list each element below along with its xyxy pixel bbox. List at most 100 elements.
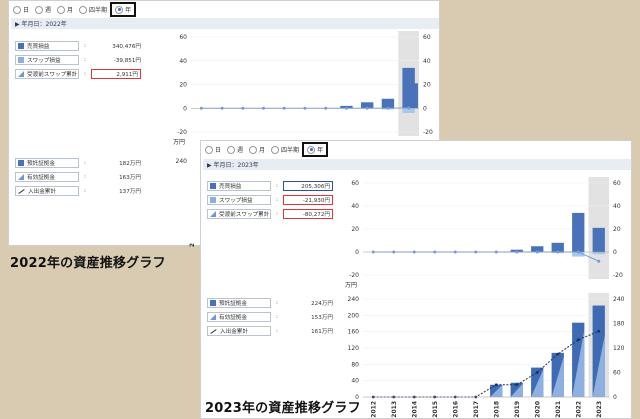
legend-chip[interactable]: 預託証拠金 bbox=[207, 298, 271, 308]
radio-dot[interactable] bbox=[205, 145, 213, 154]
value: -39,851円 bbox=[113, 58, 141, 64]
radio-month[interactable]: 月 bbox=[57, 5, 73, 14]
y-tick-label: 40 bbox=[351, 203, 359, 210]
y-unit-label: 万円 bbox=[345, 282, 357, 289]
x-tick-label: 2014 bbox=[411, 401, 418, 418]
value: 224万円 bbox=[311, 301, 333, 307]
triangle-icon bbox=[18, 174, 24, 180]
legend-chip[interactable]: 有効証拠金 bbox=[15, 172, 79, 182]
radio-dot[interactable] bbox=[13, 5, 21, 14]
legend-chip[interactable]: 有効証拠金 bbox=[207, 312, 271, 322]
y-tick-label: 0 bbox=[183, 105, 187, 112]
list-item: 有効証拠金 : 153万円 bbox=[207, 310, 333, 324]
y-tick-label: -20 bbox=[349, 272, 359, 279]
radio-dot[interactable] bbox=[227, 145, 236, 154]
y-tick-label-right: 40 bbox=[423, 58, 431, 65]
list-item: 預託証拠金 : 224万円 bbox=[207, 296, 333, 310]
y-tick-label-right: 0 bbox=[613, 249, 617, 256]
y-tick-label-right: 60 bbox=[613, 180, 621, 187]
x-tick-label: 2018 bbox=[493, 401, 500, 418]
line-icon bbox=[210, 328, 217, 334]
x-tick-label: 2019 bbox=[514, 401, 521, 418]
radio-dot[interactable] bbox=[249, 145, 258, 154]
value: 153万円 bbox=[311, 315, 333, 321]
y-tick-label: 20 bbox=[179, 82, 187, 89]
x-tick-label: 2023 bbox=[596, 401, 603, 418]
legend-chip[interactable]: スワップ損益 bbox=[15, 55, 79, 65]
legend-chip[interactable]: 売買損益 bbox=[207, 181, 271, 191]
list-item: 有効証拠金 : 163万円 bbox=[15, 170, 141, 184]
radio-year[interactable]: 年 bbox=[110, 2, 137, 17]
legend-chip[interactable]: 入出金累計 bbox=[15, 186, 79, 196]
legend-chip[interactable]: 売買損益 bbox=[15, 41, 79, 51]
value: 182万円 bbox=[119, 161, 141, 167]
caption-2022: 2022年の資産推移グラフ bbox=[10, 256, 166, 271]
value-highlighted: -80,272円 bbox=[283, 209, 333, 219]
bar bbox=[408, 83, 418, 109]
period-radio-group: 日 週 月 四半期 年 bbox=[13, 2, 137, 17]
radio-day[interactable]: 日 bbox=[13, 5, 29, 14]
y-tick-label: 60 bbox=[179, 34, 187, 41]
deposit-point bbox=[556, 352, 560, 356]
line-icon bbox=[18, 188, 25, 194]
swap-point bbox=[597, 259, 601, 263]
list-item: 受渡前スワップ累計 : -80,272円 bbox=[207, 207, 333, 221]
x-tick-label: 2016 bbox=[452, 401, 459, 418]
margin-summary-list: 預託証拠金 : 224万円 有効証拠金 : 153万円 入出金累計 : 161万… bbox=[207, 296, 333, 338]
list-item: スワップ損益 : -39,851円 bbox=[15, 53, 141, 67]
radio-dot[interactable] bbox=[57, 5, 66, 14]
bar-negative bbox=[592, 252, 605, 255]
margin-summary-list: 預託証拠金 : 182万円 有効証拠金 : 163万円 入出金累計 : 137万… bbox=[15, 156, 141, 198]
x-tick-label: 2020 bbox=[534, 401, 541, 418]
x-tick-label: 2012 bbox=[370, 401, 377, 418]
deposit-point bbox=[535, 371, 539, 374]
legend-chip[interactable]: 預託証拠金 bbox=[15, 158, 79, 168]
radio-dot[interactable] bbox=[115, 5, 124, 14]
legend-chip[interactable]: 受渡前スワップ累計 bbox=[15, 69, 79, 79]
y-tick-label-right: 0 bbox=[613, 394, 617, 401]
radio-dot[interactable] bbox=[79, 5, 88, 14]
radio-quarter[interactable]: 四半期 bbox=[79, 5, 107, 14]
triangle-icon bbox=[210, 211, 216, 217]
swap-point bbox=[407, 106, 411, 110]
y-tick-label: 40 bbox=[351, 378, 359, 385]
y-tick-label: 120 bbox=[348, 345, 360, 352]
y-tick-label-right: -20 bbox=[423, 129, 433, 136]
radio-week[interactable]: 週 bbox=[227, 145, 243, 154]
legend-chip[interactable]: 受渡前スワップ累計 bbox=[207, 209, 271, 219]
x-tick-label: 2015 bbox=[432, 401, 439, 418]
radio-dot[interactable] bbox=[307, 145, 316, 154]
swap-line bbox=[373, 251, 599, 262]
value-highlighted: 2,911円 bbox=[91, 69, 141, 79]
radio-year[interactable]: 年 bbox=[302, 142, 329, 157]
y-tick-label-right: 20 bbox=[613, 226, 621, 233]
radio-week[interactable]: 週 bbox=[35, 5, 51, 14]
list-item: 預託証拠金 : 182万円 bbox=[15, 156, 141, 170]
y-tick-label-right: -20 bbox=[613, 272, 623, 279]
bar bbox=[572, 212, 585, 252]
value: 163万円 bbox=[119, 175, 141, 181]
y-tick-label-right: 0 bbox=[423, 105, 427, 112]
date-bar: ▶ 年月日：2023年 bbox=[203, 159, 631, 170]
y-tick-label: 240 bbox=[176, 158, 188, 165]
value-highlighted: -21,930円 bbox=[283, 195, 333, 205]
y-tick-label-right: 40 bbox=[613, 203, 621, 210]
radio-dot[interactable] bbox=[271, 145, 280, 154]
radio-quarter[interactable]: 四半期 bbox=[271, 145, 299, 154]
radio-month[interactable]: 月 bbox=[249, 145, 265, 154]
y-tick-label: 80 bbox=[351, 361, 359, 368]
pl-summary-list: 売買損益 : 340,476円 スワップ損益 : -39,851円 受渡前スワッ… bbox=[15, 39, 141, 81]
legend-chip[interactable]: スワップ損益 bbox=[207, 195, 271, 205]
list-item: 売買損益 : 205,306円 bbox=[207, 179, 333, 193]
dark-square-icon bbox=[18, 43, 24, 49]
period-radio-group: 日 週 月 四半期 年 bbox=[205, 142, 329, 157]
x-tick-label: 2017 bbox=[473, 401, 480, 418]
radio-dot[interactable] bbox=[35, 5, 44, 14]
dark-square-icon bbox=[210, 183, 216, 189]
y-tick-label-right: 180 bbox=[613, 321, 625, 328]
legend-chip[interactable]: 入出金累計 bbox=[207, 326, 271, 336]
radio-day[interactable]: 日 bbox=[205, 145, 221, 154]
deposit-point bbox=[576, 338, 580, 342]
y-unit-label: 万円 bbox=[173, 139, 185, 146]
x-tick-label: 2012 bbox=[189, 243, 196, 247]
